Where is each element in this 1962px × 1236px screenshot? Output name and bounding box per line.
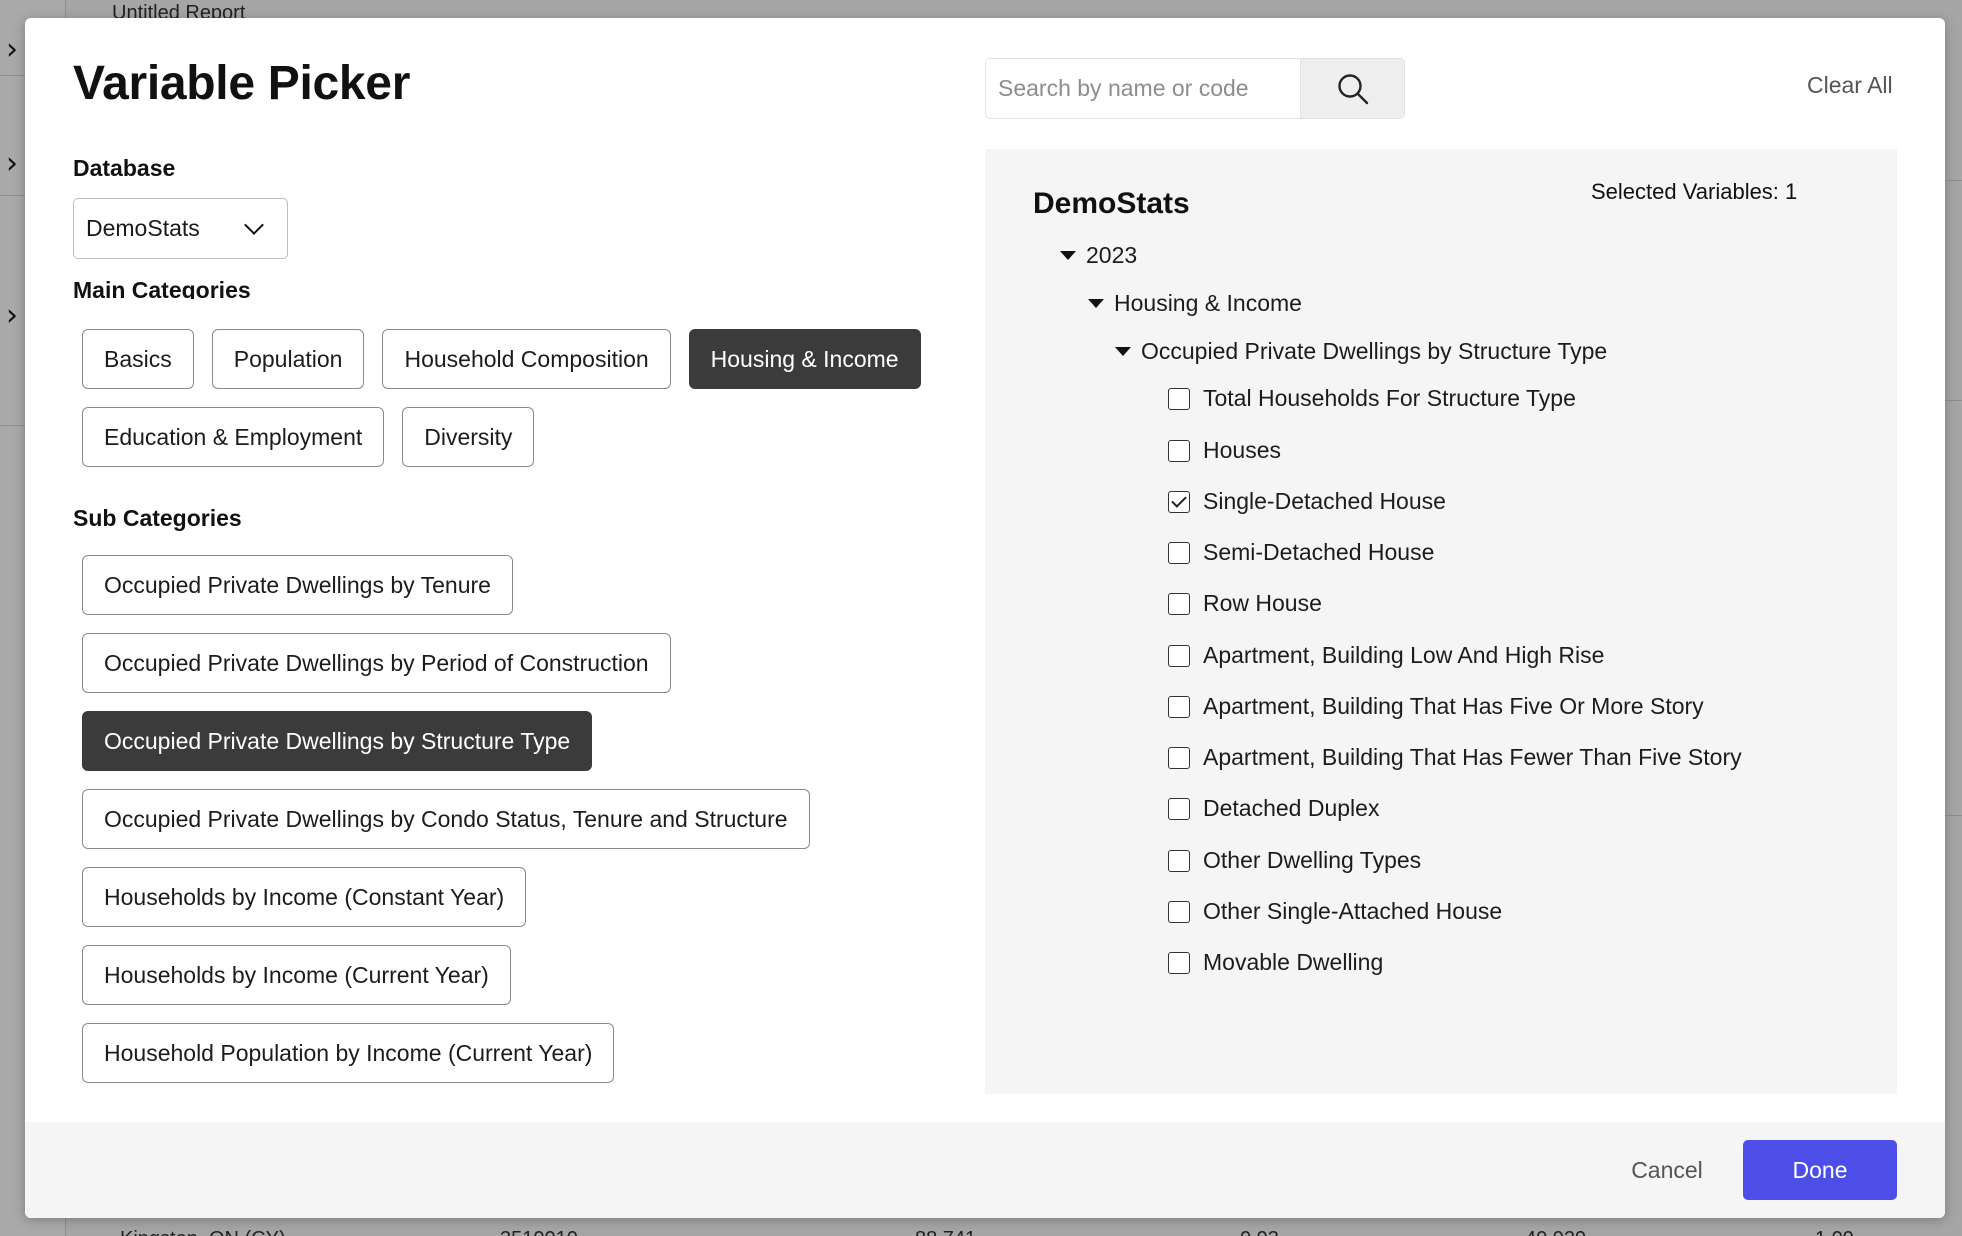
table-row: Kingston, ON (CY) 3510010 88,741 0.93 40…: [120, 1222, 1962, 1236]
divider: [1944, 815, 1962, 816]
variable-label: Other Dwelling Types: [1203, 847, 1422, 873]
tree-node-label: 2023: [1086, 242, 1138, 268]
tree-node-subcategory[interactable]: Occupied Private Dwellings by Structure …: [1115, 338, 1607, 365]
variable-item[interactable]: Apartment, Building That Has Five Or Mor…: [1168, 693, 1704, 720]
variable-item[interactable]: Apartment, Building Low And High Rise: [1168, 642, 1604, 669]
main-category-education-employment[interactable]: Education & Employment: [82, 407, 385, 467]
table-cell: 3510010: [500, 1228, 578, 1236]
tree-node-label: Occupied Private Dwellings by Structure …: [1141, 338, 1608, 364]
table-cell: 1.09: [1815, 1228, 1854, 1236]
tree-node-year[interactable]: 2023: [1060, 242, 1137, 269]
database-select-value: DemoStats: [86, 215, 200, 241]
search-button[interactable]: [1300, 59, 1404, 118]
variable-item[interactable]: Other Single-Attached House: [1168, 898, 1502, 925]
sub-category-period-of-construction[interactable]: Occupied Private Dwellings by Period of …: [82, 633, 671, 693]
checkbox[interactable]: [1168, 592, 1190, 615]
search-box: [985, 58, 1405, 119]
table-cell: 0.93: [1240, 1228, 1279, 1236]
variable-item[interactable]: Movable Dwelling: [1168, 949, 1383, 976]
variable-label: Total Households For Structure Type: [1203, 385, 1576, 411]
checkbox[interactable]: [1168, 849, 1190, 872]
main-category-population[interactable]: Population: [211, 329, 365, 389]
sub-category-condo-status[interactable]: Occupied Private Dwellings by Condo Stat…: [82, 789, 810, 849]
chevron-right-icon: ›: [6, 32, 18, 67]
sub-category-population-by-income[interactable]: Household Population by Income (Current …: [82, 1023, 615, 1083]
table-cell: 40,929: [1525, 1228, 1586, 1236]
caret-down-icon: [1115, 347, 1131, 356]
variable-label: Houses: [1203, 437, 1281, 463]
main-categories-row-1: Basics Population Household Composition …: [82, 329, 921, 389]
checkbox[interactable]: [1168, 541, 1190, 564]
search-icon: [1337, 73, 1368, 104]
variable-label: Row House: [1203, 590, 1322, 616]
variable-label: Single-Detached House: [1203, 488, 1446, 514]
variable-picker-modal: Variable Picker Database DemoStats Main …: [25, 18, 1945, 1218]
search-input[interactable]: [986, 59, 1300, 118]
variable-label: Apartment, Building That Has Fewer Than …: [1203, 744, 1742, 770]
main-category-basics[interactable]: Basics: [82, 329, 194, 389]
chevron-right-icon: ›: [6, 298, 18, 333]
main-category-housing-income[interactable]: Housing & Income: [688, 329, 921, 389]
modal-title: Variable Picker: [73, 57, 411, 110]
chevron-down-icon: [244, 215, 264, 235]
divider: [1944, 400, 1962, 401]
main-categories-label: Main Categories: [73, 277, 251, 299]
variable-label: Detached Duplex: [1203, 795, 1380, 821]
variable-label: Apartment, Building Low And High Rise: [1203, 642, 1605, 668]
database-label: Database: [73, 155, 176, 181]
tree-node-category[interactable]: Housing & Income: [1088, 290, 1302, 317]
checkbox[interactable]: [1168, 797, 1190, 820]
variable-item[interactable]: Houses: [1168, 437, 1281, 464]
checkbox[interactable]: [1168, 695, 1190, 718]
divider: [1944, 180, 1962, 181]
variable-item[interactable]: Apartment, Building That Has Fewer Than …: [1168, 744, 1742, 771]
checkbox[interactable]: [1168, 644, 1190, 667]
done-button[interactable]: Done: [1743, 1140, 1897, 1200]
checkbox-checked[interactable]: [1168, 490, 1190, 513]
tree-node-label: Housing & Income: [1114, 290, 1302, 316]
variable-item[interactable]: Detached Duplex: [1168, 795, 1379, 822]
modal-footer: Cancel Done: [25, 1122, 1945, 1218]
main-categories-row-2: Education & Employment Diversity: [82, 407, 535, 467]
database-select[interactable]: DemoStats: [73, 198, 288, 259]
checkbox[interactable]: [1168, 746, 1190, 769]
caret-down-icon: [1060, 251, 1076, 260]
checkbox[interactable]: [1168, 900, 1190, 923]
variable-label: Other Single-Attached House: [1203, 898, 1503, 924]
chevron-right-icon: ›: [6, 146, 18, 181]
variable-item[interactable]: Single-Detached House: [1168, 488, 1446, 515]
variable-item[interactable]: Total Households For Structure Type: [1168, 385, 1576, 412]
selected-variables-count: Selected Variables: 1: [1591, 179, 1798, 204]
checkbox[interactable]: [1168, 387, 1190, 410]
variable-item[interactable]: Other Dwelling Types: [1168, 847, 1421, 874]
report-title: Untitled Report: [112, 2, 246, 18]
variable-item[interactable]: Semi-Detached House: [1168, 539, 1434, 566]
main-category-household-composition[interactable]: Household Composition: [382, 329, 671, 389]
sub-category-tenure[interactable]: Occupied Private Dwellings by Tenure: [82, 555, 513, 615]
checkbox[interactable]: [1168, 951, 1190, 974]
sub-category-income-constant-year[interactable]: Households by Income (Constant Year): [82, 867, 527, 927]
table-cell: Kingston, ON (CY): [120, 1228, 286, 1236]
table-cell: 88,741: [915, 1228, 976, 1236]
panel-title: DemoStats: [1033, 187, 1190, 220]
sub-category-income-current-year[interactable]: Households by Income (Current Year): [82, 945, 511, 1005]
variable-label: Movable Dwelling: [1203, 949, 1384, 975]
cancel-button[interactable]: Cancel: [1615, 1140, 1719, 1200]
variable-item[interactable]: Row House: [1168, 590, 1322, 617]
variable-label: Semi-Detached House: [1203, 539, 1435, 565]
checkbox[interactable]: [1168, 439, 1190, 462]
clear-all-link[interactable]: Clear All: [1807, 72, 1893, 99]
sub-categories-label: Sub Categories: [73, 505, 242, 531]
sub-category-structure-type[interactable]: Occupied Private Dwellings by Structure …: [82, 711, 593, 771]
main-category-diversity[interactable]: Diversity: [402, 407, 535, 467]
variable-label: Apartment, Building That Has Five Or Mor…: [1203, 693, 1704, 719]
caret-down-icon: [1088, 299, 1104, 308]
selection-panel: DemoStats Selected Variables: 1 2023 Hou…: [985, 149, 1897, 1094]
